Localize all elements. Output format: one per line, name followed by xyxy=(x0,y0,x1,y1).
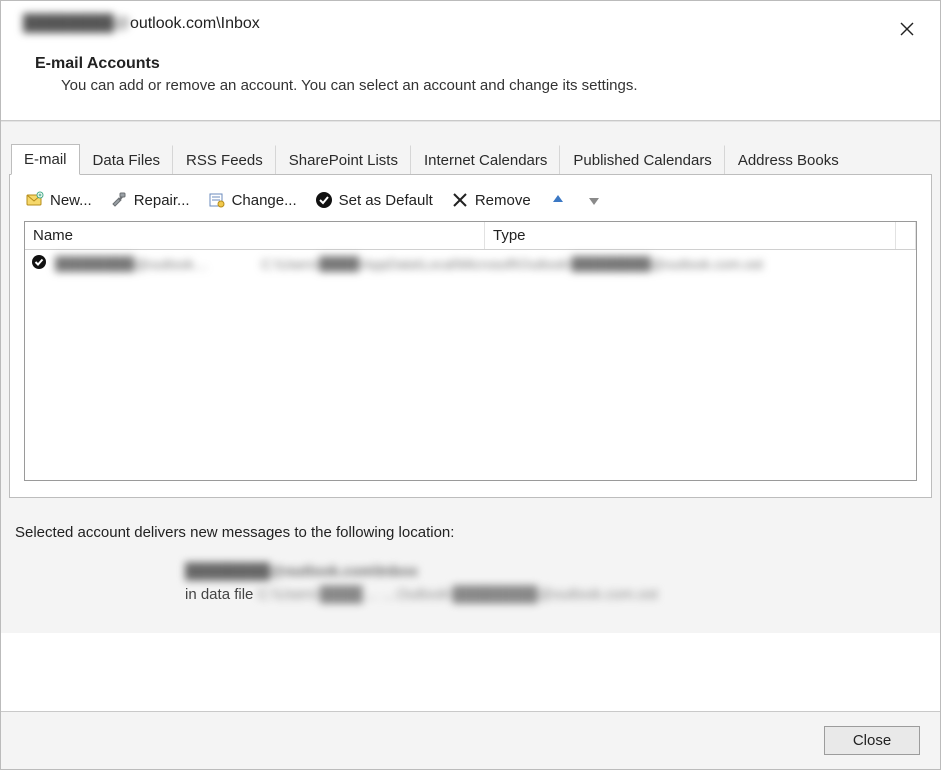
page-title: E-mail Accounts xyxy=(35,55,918,73)
tab-strip: E-mail Data Files RSS Feeds SharePoint L… xyxy=(1,144,940,175)
toolbar: New... Repair... xyxy=(24,189,917,221)
tab-email[interactable]: E-mail xyxy=(11,144,80,175)
tab-internet-calendars[interactable]: Internet Calendars xyxy=(411,145,560,175)
delivery-file-path: C:\Users\████… …Outlook\████████@outlook… xyxy=(258,586,658,603)
account-row-name: ████████@outlook… xyxy=(55,256,255,272)
move-down-button[interactable] xyxy=(585,191,603,209)
delivery-location: ████████@outlook.com\Inbox xyxy=(185,563,418,580)
tab-page-email: New... Repair... xyxy=(9,174,932,498)
repair-button-label: Repair... xyxy=(134,192,190,209)
close-button[interactable]: Close xyxy=(824,726,920,755)
title-bar: ████████@ outlook.com\Inbox xyxy=(1,1,940,47)
new-button[interactable]: New... xyxy=(26,191,92,209)
delivery-file-prefix: in data file xyxy=(185,586,253,603)
envelope-new-icon xyxy=(26,191,44,209)
check-circle-icon xyxy=(315,191,333,209)
column-header-name[interactable]: Name xyxy=(25,222,485,249)
change-button-label: Change... xyxy=(232,192,297,209)
window-title: ████████@ outlook.com\Inbox xyxy=(23,15,260,33)
delivery-caption: Selected account delivers new messages t… xyxy=(15,524,922,541)
change-button[interactable]: Change... xyxy=(208,191,297,209)
column-header-spacer xyxy=(896,222,916,249)
account-row[interactable]: ████████@outlook… C:\Users\████\AppData\… xyxy=(25,250,916,277)
accounts-list: Name Type ████████@outlook… C:\Users\███… xyxy=(24,221,917,481)
tab-rss-feeds[interactable]: RSS Feeds xyxy=(173,145,276,175)
set-default-button[interactable]: Set as Default xyxy=(315,191,433,209)
remove-button[interactable]: Remove xyxy=(451,191,531,209)
new-button-label: New... xyxy=(50,192,92,209)
tab-sharepoint-lists[interactable]: SharePoint Lists xyxy=(276,145,411,175)
arrow-down-icon xyxy=(587,193,601,207)
accounts-list-header: Name Type xyxy=(25,222,916,250)
move-up-button[interactable] xyxy=(549,191,567,209)
tab-address-books[interactable]: Address Books xyxy=(725,145,851,175)
properties-icon xyxy=(208,191,226,209)
column-header-type[interactable]: Type xyxy=(485,222,896,249)
footer: Close xyxy=(1,711,940,769)
set-default-button-label: Set as Default xyxy=(339,192,433,209)
hammer-wrench-icon xyxy=(110,191,128,209)
repair-button[interactable]: Repair... xyxy=(110,191,190,209)
arrow-up-icon xyxy=(551,193,565,207)
close-icon[interactable] xyxy=(890,15,924,43)
remove-button-label: Remove xyxy=(475,192,531,209)
tab-published-calendars[interactable]: Published Calendars xyxy=(560,145,724,175)
x-icon xyxy=(451,191,469,209)
page-subtitle: You can add or remove an account. You ca… xyxy=(35,77,918,94)
delivery-info: Selected account delivers new messages t… xyxy=(9,498,932,633)
window-title-suffix: outlook.com\Inbox xyxy=(130,15,260,33)
tab-data-files[interactable]: Data Files xyxy=(80,145,174,175)
window-title-redacted: ████████@ xyxy=(23,15,130,33)
account-row-type: C:\Users\████\AppData\Local\Microsoft\Ou… xyxy=(261,256,910,272)
default-check-icon xyxy=(31,254,49,273)
header-block: E-mail Accounts You can add or remove an… xyxy=(1,47,940,120)
